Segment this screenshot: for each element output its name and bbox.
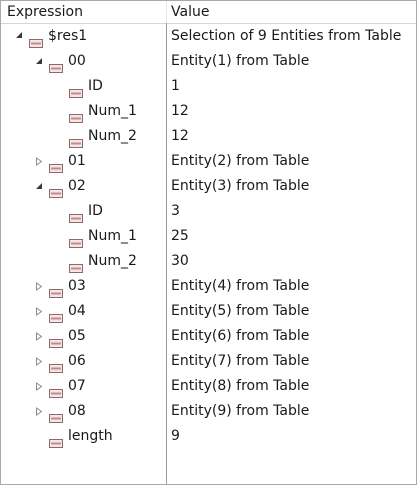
tree-row[interactable]: Num_1 12	[1, 99, 416, 124]
expression-name: 04	[68, 303, 86, 319]
field-icon	[69, 107, 83, 123]
expression-name: Num_2	[88, 253, 137, 269]
collapsed-triangle-icon[interactable]	[35, 374, 45, 399]
expression-value: Entity(3) from Table	[171, 178, 310, 194]
expression-value: Entity(6) from Table	[171, 328, 310, 344]
field-icon	[29, 31, 43, 48]
field-icon	[69, 257, 83, 273]
expression-value: Entity(4) from Table	[171, 278, 310, 294]
expression-name: Num_1	[88, 103, 137, 119]
expression-name: length	[68, 428, 113, 444]
tree-row[interactable]: Num_2 30	[1, 249, 416, 274]
tree-row[interactable]: 00 Entity(1) from Table	[1, 49, 416, 74]
expression-name: 03	[68, 278, 86, 294]
field-icon	[49, 432, 63, 448]
value-column-header[interactable]: Value	[166, 1, 416, 23]
collapsed-triangle-icon[interactable]	[35, 149, 45, 174]
tree-row[interactable]: Num_2 12	[1, 124, 416, 149]
expression-value: 25	[171, 228, 189, 244]
expression-value: Entity(1) from Table	[171, 53, 310, 69]
collapsed-triangle-icon[interactable]	[35, 324, 45, 349]
expression-value: Entity(2) from Table	[171, 153, 310, 169]
field-icon	[49, 332, 63, 348]
field-icon	[49, 407, 63, 423]
expression-name: 00	[68, 53, 86, 69]
tree-rows: $res1 Selection of 9 Entities from Table 0…	[1, 23, 416, 449]
field-icon	[69, 82, 83, 98]
expression-value: Entity(7) from Table	[171, 353, 310, 369]
field-icon	[49, 357, 63, 373]
expression-value: Entity(8) from Table	[171, 378, 310, 394]
field-icon	[49, 57, 63, 73]
expression-name: ID	[88, 78, 103, 94]
expanded-triangle-icon[interactable]	[15, 23, 25, 48]
tree-row[interactable]: length 9	[1, 424, 416, 449]
tree-row[interactable]: 06 Entity(7) from Table	[1, 349, 416, 374]
tree-row[interactable]: 08 Entity(9) from Table	[1, 399, 416, 424]
column-header: Expression Value	[1, 1, 416, 24]
expression-name: 08	[68, 403, 86, 419]
tree-row[interactable]: 03 Entity(4) from Table	[1, 274, 416, 299]
expanded-triangle-icon[interactable]	[35, 174, 45, 199]
expanded-triangle-icon[interactable]	[35, 49, 45, 74]
collapsed-triangle-icon[interactable]	[35, 274, 45, 299]
expression-name: ID	[88, 203, 103, 219]
tree-row[interactable]: $res1 Selection of 9 Entities from Table	[1, 23, 416, 49]
expression-value: 9	[171, 428, 180, 444]
expression-value: Selection of 9 Entities from Table	[171, 28, 402, 44]
field-icon	[49, 157, 63, 173]
tree-row[interactable]: 04 Entity(5) from Table	[1, 299, 416, 324]
tree-row[interactable]: 02 Entity(3) from Table	[1, 174, 416, 199]
field-icon	[49, 282, 63, 298]
expression-value: 12	[171, 128, 189, 144]
expression-name: Num_2	[88, 128, 137, 144]
field-icon	[49, 182, 63, 198]
expression-name: 06	[68, 353, 86, 369]
field-icon	[49, 307, 63, 323]
expression-column-header[interactable]: Expression	[1, 1, 166, 23]
expression-name: 02	[68, 178, 86, 194]
tree-row[interactable]: 07 Entity(8) from Table	[1, 374, 416, 399]
collapsed-triangle-icon[interactable]	[35, 399, 45, 424]
field-icon	[69, 207, 83, 223]
expression-name: 01	[68, 153, 86, 169]
tree-row[interactable]: ID 3	[1, 199, 416, 224]
expression-name: Num_1	[88, 228, 137, 244]
collapsed-triangle-icon[interactable]	[35, 349, 45, 374]
watch-panel: Expression Value $res1 Selection of 9 Ent…	[0, 0, 417, 485]
expression-value: Entity(9) from Table	[171, 403, 310, 419]
expression-value: 30	[171, 253, 189, 269]
expression-name: 07	[68, 378, 86, 394]
tree-row[interactable]: Num_1 25	[1, 224, 416, 249]
field-icon	[69, 232, 83, 248]
expression-name: $res1	[48, 28, 88, 44]
tree-row[interactable]: 01 Entity(2) from Table	[1, 149, 416, 174]
expression-value: 12	[171, 103, 189, 119]
field-icon	[69, 132, 83, 148]
tree-row[interactable]: ID 1	[1, 74, 416, 99]
expression-value: Entity(5) from Table	[171, 303, 310, 319]
expression-value: 1	[171, 78, 180, 94]
expression-name: 05	[68, 328, 86, 344]
expression-value: 3	[171, 203, 180, 219]
field-icon	[49, 382, 63, 398]
collapsed-triangle-icon[interactable]	[35, 299, 45, 324]
tree-row[interactable]: 05 Entity(6) from Table	[1, 324, 416, 349]
